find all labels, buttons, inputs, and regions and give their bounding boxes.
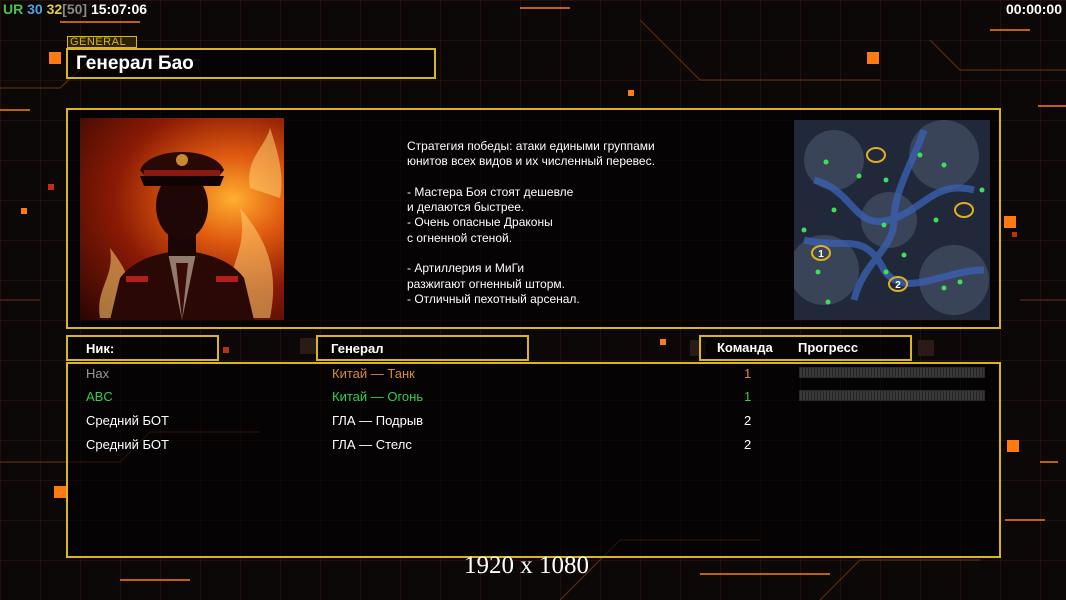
player-nick: ABC (86, 389, 113, 404)
game-timer: 00:00:00 (1005, 1, 1062, 17)
general-title: Генерал Бао (76, 53, 194, 74)
count-b: 32 (46, 1, 63, 17)
general-tag: GENERAL (67, 36, 137, 48)
start-marker-2: 2 (895, 280, 901, 291)
portrait-image (99, 128, 282, 320)
resource-counter: UR 30 32[50] 15:07:06 (3, 1, 147, 17)
player-general: Китай — Огонь (332, 389, 424, 404)
nick-header: Ник: (86, 341, 115, 356)
player-team: 1 (744, 389, 752, 404)
resolution-label: 1920 x 1080 (464, 552, 589, 579)
count-max: [50] (62, 1, 88, 17)
count-a: 30 (27, 1, 43, 17)
player-row[interactable]: Средний БОТ ГЛА — Стелс 2 (0, 437, 1066, 461)
start-marker-1: 1 (818, 249, 824, 260)
player-nick: Средний БОТ (86, 437, 169, 452)
progress-bar (799, 390, 985, 401)
player-general: ГЛА — Подрыв (332, 413, 424, 428)
map-preview[interactable]: 1 2 (794, 120, 990, 320)
minimap-image: 1 2 (794, 120, 990, 320)
player-team: 2 (744, 437, 752, 452)
player-team: 1 (744, 366, 752, 381)
ur-label: UR (3, 1, 24, 17)
strategy-description: Стратегия победы: атаки едиными группами… (407, 139, 655, 306)
player-row[interactable]: Hax Китай — Танк 1 (0, 366, 1066, 390)
progress-header: Прогресс (798, 340, 859, 355)
player-team: 2 (744, 413, 752, 428)
player-nick: Hax (86, 366, 110, 381)
general-header: Генерал (331, 341, 384, 356)
player-nick: Средний БОТ (86, 413, 169, 428)
player-general: Китай — Танк (332, 366, 415, 381)
progress-bar (799, 367, 985, 378)
team-header: Команда (717, 340, 773, 355)
general-portrait (80, 118, 284, 320)
player-row[interactable]: ABC Китай — Огонь 1 (0, 389, 1066, 413)
player-row[interactable]: Средний БОТ ГЛА — Подрыв 2 (0, 413, 1066, 437)
player-general: ГЛА — Стелс (332, 437, 412, 452)
clock: 15:07:06 (90, 1, 148, 17)
